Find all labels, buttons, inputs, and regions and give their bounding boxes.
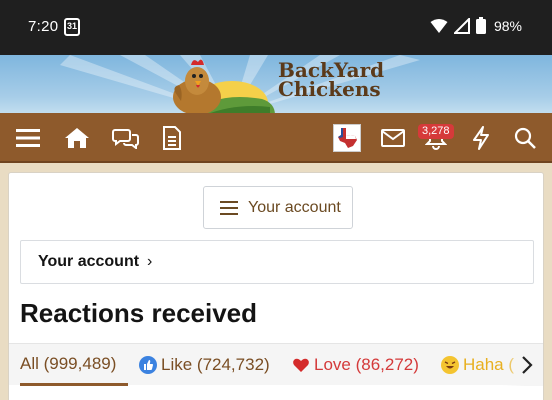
tab-love-label: Love (86,272) xyxy=(314,355,419,374)
logo-line2: Chickens xyxy=(278,77,381,101)
tabs-scroll-right-button[interactable] xyxy=(515,353,539,377)
battery-percent: 98% xyxy=(493,17,522,34)
avatar[interactable] xyxy=(333,124,361,152)
site-banner: BackYard Chickens xyxy=(0,55,552,115)
reaction-tabs: All (999,489) Like (724,732) Love (86,27… xyxy=(9,343,543,386)
tab-like-label: Like (724,732) xyxy=(161,355,270,374)
search-icon xyxy=(514,127,536,149)
tab-all-label: All (999,489) xyxy=(20,353,117,373)
signal-icon xyxy=(453,17,470,34)
forums-button[interactable] xyxy=(110,122,142,154)
wifi-icon xyxy=(430,18,448,33)
alerts-count-badge: 3,278 xyxy=(418,124,454,139)
document-icon xyxy=(163,126,181,150)
search-button[interactable] xyxy=(509,122,541,154)
calendar-icon: 31 xyxy=(64,18,80,36)
mail-icon xyxy=(381,129,405,147)
main-content: Your account Your account › Reactions re… xyxy=(8,172,544,400)
menu-icon xyxy=(220,200,238,215)
haha-icon xyxy=(441,356,459,374)
breadcrumb-label: Your account xyxy=(38,253,140,270)
your-account-button-label: Your account xyxy=(248,198,341,216)
menu-button[interactable] xyxy=(12,122,44,154)
site-logo-text[interactable]: BackYard Chickens xyxy=(278,60,384,101)
status-indicators: 98% xyxy=(430,17,522,34)
articles-button[interactable] xyxy=(156,122,188,154)
like-icon xyxy=(139,356,157,374)
your-account-menu-button[interactable]: Your account xyxy=(203,186,353,229)
tab-love[interactable]: Love (86,272) xyxy=(292,344,419,386)
menu-icon xyxy=(16,129,40,147)
tab-all[interactable]: All (999,489) xyxy=(20,344,128,386)
whats-new-button[interactable] xyxy=(465,122,497,154)
inbox-button[interactable] xyxy=(377,122,409,154)
bolt-icon xyxy=(473,126,489,150)
home-icon xyxy=(65,128,89,148)
chevron-right-icon: › xyxy=(147,253,153,270)
banner-art xyxy=(60,55,420,115)
breadcrumb[interactable]: Your account › xyxy=(20,240,534,284)
chevron-right-icon xyxy=(522,356,533,374)
love-icon xyxy=(292,356,310,374)
home-button[interactable] xyxy=(61,122,93,154)
texas-flag-avatar-icon xyxy=(338,128,357,148)
tab-like[interactable]: Like (724,732) xyxy=(139,344,270,386)
chicken-logo-icon xyxy=(173,59,221,115)
battery-icon xyxy=(475,17,486,34)
main-navbar xyxy=(0,113,552,163)
status-time: 7:20 xyxy=(28,18,59,35)
chat-icon xyxy=(112,129,139,149)
page-title: Reactions received xyxy=(20,298,258,328)
status-bar: 7:20 31 98% xyxy=(0,0,552,55)
